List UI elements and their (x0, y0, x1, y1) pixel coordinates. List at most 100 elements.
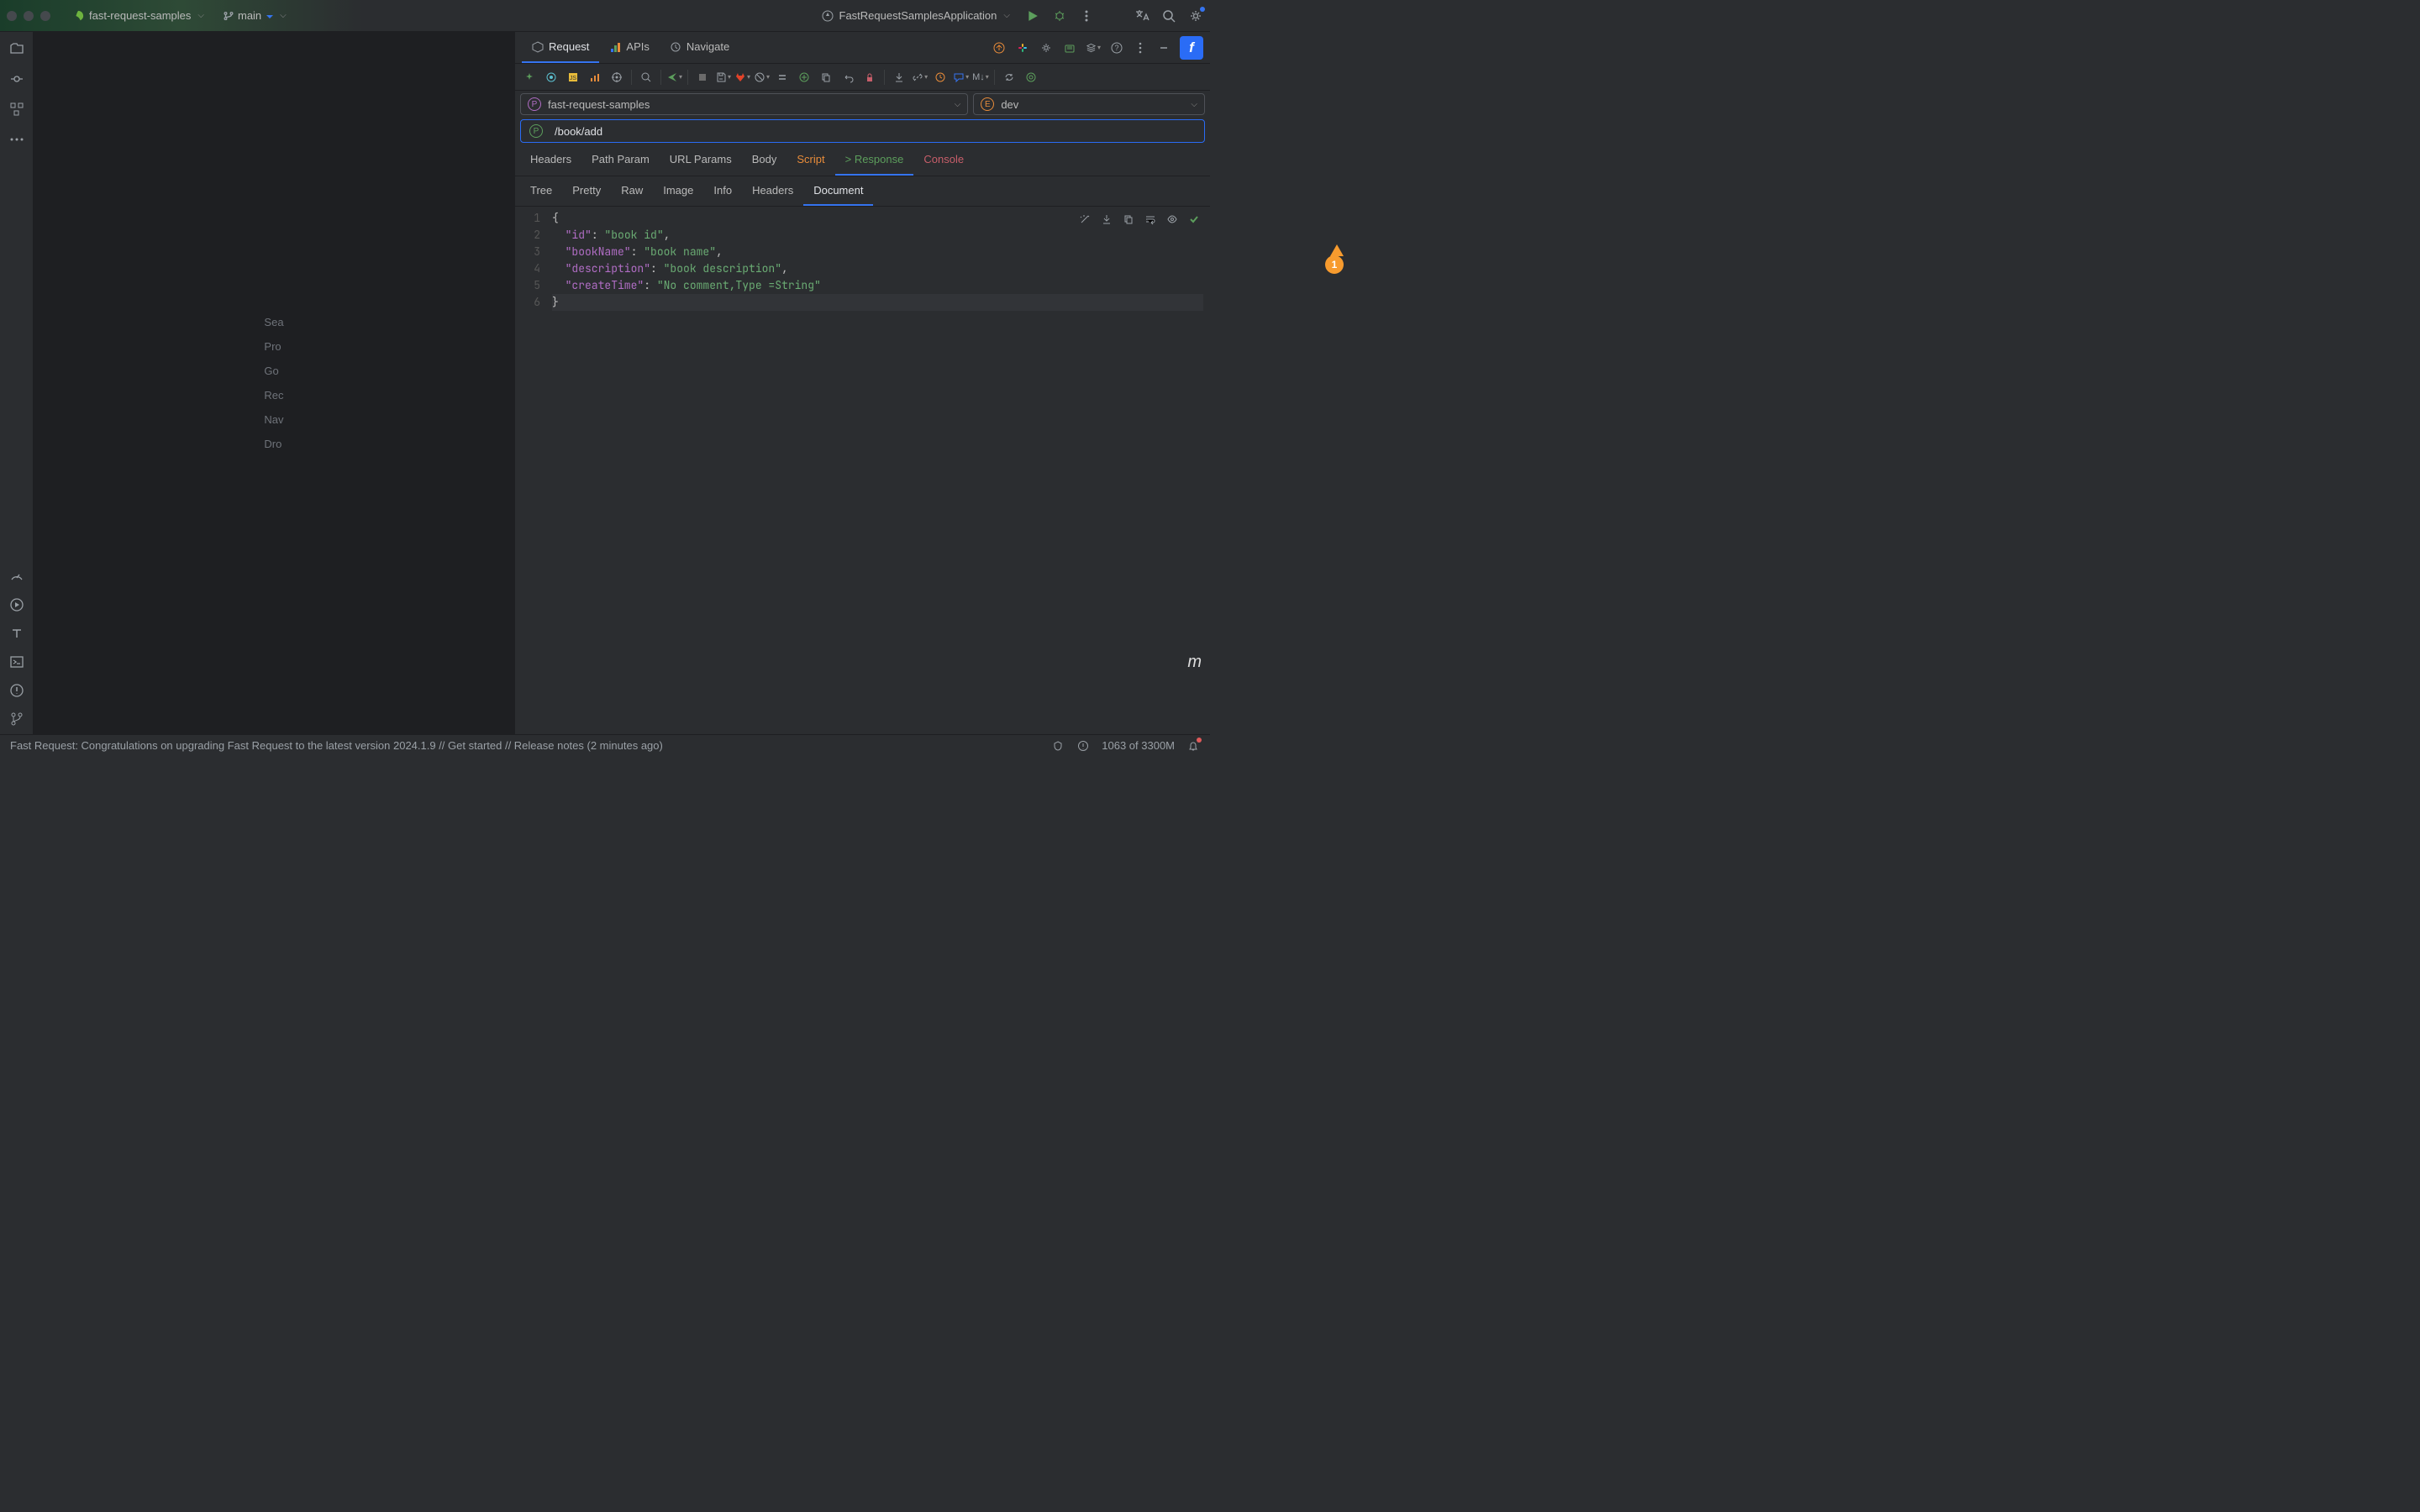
gitlab-icon[interactable]: ▾ (734, 71, 750, 83)
wrap-icon[interactable] (1143, 212, 1158, 227)
copy-icon[interactable] (817, 68, 835, 87)
tab-response[interactable]: > Response (835, 144, 914, 176)
minimize-window[interactable] (24, 11, 34, 21)
notifications-icon[interactable] (1186, 739, 1200, 753)
text-tool-icon[interactable] (8, 625, 25, 642)
shield-icon[interactable] (1051, 739, 1065, 753)
undo-icon[interactable] (839, 68, 857, 87)
clear-icon[interactable]: ▾ (754, 71, 770, 83)
fast-request-panel: Request APIs Navigate ▾ ? f (514, 32, 1210, 734)
save-button[interactable]: ▾ (715, 71, 731, 83)
import-icon[interactable] (890, 68, 908, 87)
problems-tool-icon[interactable] (8, 682, 25, 699)
sync-icon[interactable] (1022, 68, 1040, 87)
lock-icon[interactable] (860, 68, 879, 87)
tab-request[interactable]: Request (522, 32, 599, 63)
help-icon[interactable]: ? (1109, 40, 1124, 55)
send-button[interactable]: ▾ (666, 71, 682, 83)
more-icon[interactable] (1079, 8, 1094, 24)
target-icon[interactable] (608, 68, 626, 87)
plugin-logo[interactable]: f (1180, 36, 1203, 60)
comment-icon[interactable]: ▾ (953, 71, 969, 83)
url-input[interactable]: P /book/add (520, 119, 1205, 143)
vcs-tool-icon[interactable] (8, 711, 25, 727)
magic-wand-icon[interactable] (1077, 212, 1092, 227)
run-config-selector[interactable]: FastRequestSamplesApplication ⌵ (814, 6, 1017, 26)
refresh-icon[interactable] (1000, 68, 1018, 87)
tab-console[interactable]: Console (913, 144, 974, 176)
magic-icon[interactable] (520, 68, 539, 87)
navigate-icon (670, 41, 681, 53)
request-section-tabs: Headers Path Param URL Params Body Scrip… (515, 144, 1210, 176)
view-image[interactable]: Image (653, 176, 703, 206)
view-info[interactable]: Info (703, 176, 742, 206)
minimize-icon[interactable] (1156, 40, 1171, 55)
incoming-icon (265, 11, 275, 21)
equals-icon[interactable] (773, 68, 792, 87)
copy-code-icon[interactable] (1121, 212, 1136, 227)
project-context-selector[interactable]: P fast-request-samples ⌵ (520, 93, 968, 115)
panel-more-icon[interactable] (1133, 40, 1148, 55)
project-selector[interactable]: fast-request-samples ⌵ (66, 6, 211, 25)
settings-icon[interactable] (1188, 8, 1203, 24)
request-toolbar: JS ▾ ▾ ▾ ▾ ▾ ▾ M↓▾ (515, 64, 1210, 91)
gauge-tool-icon[interactable] (8, 568, 25, 585)
tab-headers[interactable]: Headers (520, 144, 581, 176)
gear-icon[interactable] (1039, 40, 1054, 55)
stats-icon[interactable] (586, 68, 604, 87)
tab-apis[interactable]: APIs (599, 32, 659, 63)
code-content[interactable]: { "id": "book id", "bookName": "book nam… (549, 207, 1210, 734)
branch-selector[interactable]: main ⌵ (216, 6, 293, 25)
eye-icon[interactable] (1165, 212, 1180, 227)
markdown-icon[interactable]: M↓▾ (972, 72, 989, 82)
request-icon (532, 41, 544, 53)
tab-navigate[interactable]: Navigate (660, 32, 739, 63)
terminal-tool-icon[interactable] (8, 654, 25, 670)
tab-body[interactable]: Body (742, 144, 787, 176)
commit-tool-icon[interactable] (8, 71, 25, 87)
view-pretty[interactable]: Pretty (562, 176, 611, 206)
status-message[interactable]: Fast Request: Congratulations on upgradi… (10, 739, 663, 752)
placeholder-line: Dro (264, 438, 283, 450)
memory-indicator[interactable]: 1063 of 3300M (1102, 739, 1175, 752)
search-icon[interactable] (1161, 8, 1176, 24)
stop-icon[interactable] (693, 68, 712, 87)
layers-icon[interactable]: ▾ (1086, 40, 1101, 55)
project-tool-icon[interactable] (8, 40, 25, 57)
search-action-icon[interactable] (637, 68, 655, 87)
js-icon[interactable]: JS (564, 68, 582, 87)
leaf-icon (72, 10, 84, 22)
slack-icon[interactable] (1015, 40, 1030, 55)
check-icon[interactable] (1186, 212, 1202, 227)
warning-icon[interactable] (1076, 739, 1090, 753)
tab-url-params[interactable]: URL Params (660, 144, 742, 176)
add-icon[interactable] (795, 68, 813, 87)
apis-icon (609, 41, 621, 53)
tab-script[interactable]: Script (786, 144, 834, 176)
debug-button[interactable] (1052, 8, 1067, 24)
chevron-down-icon: ⌵ (1003, 11, 1010, 20)
history-icon[interactable] (931, 68, 950, 87)
env-label: dev (1001, 98, 1018, 111)
download-icon[interactable] (1099, 212, 1114, 227)
more-tools-icon[interactable] (8, 131, 25, 148)
view-raw[interactable]: Raw (611, 176, 653, 206)
branch-icon (223, 10, 234, 22)
close-window[interactable] (7, 11, 17, 21)
url-row: P /book/add (515, 118, 1210, 144)
link-icon[interactable]: ▾ (912, 71, 928, 83)
ai-icon[interactable] (542, 68, 560, 87)
tab-path-param[interactable]: Path Param (581, 144, 660, 176)
upload-icon[interactable] (992, 40, 1007, 55)
coffee-icon[interactable] (1062, 40, 1077, 55)
view-response-headers[interactable]: Headers (742, 176, 803, 206)
run-button[interactable] (1025, 8, 1040, 24)
window-controls (7, 11, 50, 21)
env-selector[interactable]: E dev ⌵ (973, 93, 1205, 115)
services-tool-icon[interactable] (8, 596, 25, 613)
maximize-window[interactable] (40, 11, 50, 21)
view-document[interactable]: Document (803, 176, 873, 206)
translate-icon[interactable] (1134, 8, 1150, 24)
structure-tool-icon[interactable] (8, 101, 25, 118)
view-tree[interactable]: Tree (520, 176, 562, 206)
